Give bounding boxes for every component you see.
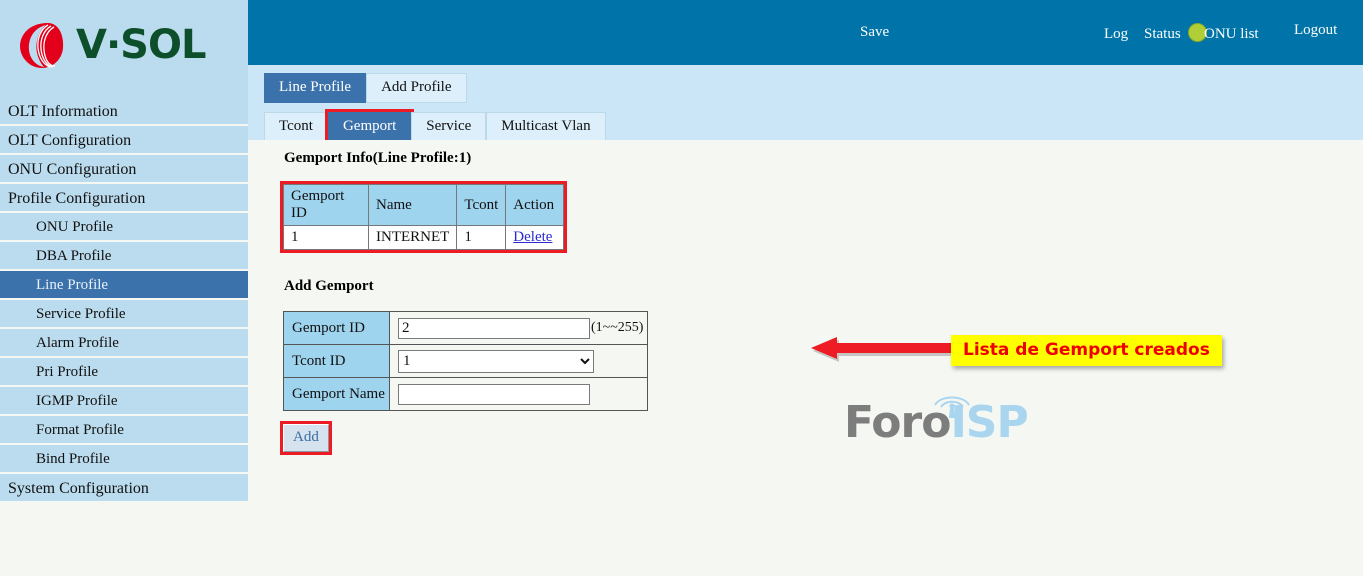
sidebar-item-pri-profile[interactable]: Pri Profile (0, 358, 248, 387)
gemport-id-hint: (1~~255) (591, 320, 644, 336)
sidebar-item-onu-configuration[interactable]: ONU Configuration (0, 155, 248, 184)
foroisp-watermark: ForoISP (844, 396, 1029, 448)
col-gemport-id: Gemport ID (283, 184, 369, 226)
gemport-info-table-highlight: Gemport ID Name Tcont Action 1 INTERNET … (283, 184, 565, 250)
tab-add-profile[interactable]: Add Profile (366, 73, 467, 103)
add-button[interactable]: Add (283, 424, 329, 452)
sidebar-item-igmp-profile[interactable]: IGMP Profile (0, 387, 248, 416)
gemport-info-table: Gemport ID Name Tcont Action 1 INTERNET … (283, 184, 565, 250)
watermark-text: ForoISP (844, 397, 1029, 448)
tab-gemport[interactable]: Gemport (327, 112, 412, 142)
sidebar-item-dba-profile[interactable]: DBA Profile (0, 242, 248, 271)
sidebar-item-olt-configuration[interactable]: OLT Configuration (0, 126, 248, 155)
main-content: Gemport Info(Line Profile:1) Gemport ID … (248, 140, 1363, 576)
brand-logo[interactable]: V·SOL (18, 18, 230, 76)
add-gemport-title: Add Gemport (284, 278, 374, 294)
sidebar-item-system-configuration[interactable]: System Configuration (0, 474, 248, 503)
cell-tcont: 1 (456, 225, 507, 250)
gemport-name-input[interactable] (398, 383, 590, 405)
top-header-bar: Save Log Status ONU list Logout (248, 0, 1363, 65)
delete-link[interactable]: Delete (513, 229, 552, 245)
tab-multicast-vlan[interactable]: Multicast Vlan (486, 112, 606, 142)
sidebar-item-line-profile[interactable]: Line Profile (0, 271, 248, 300)
watermark-foro: Foro (844, 397, 951, 448)
tab-tcont[interactable]: Tcont (264, 112, 328, 142)
form-row-gemport-name: Gemport Name (283, 377, 648, 411)
form-row-tcont-id: Tcont ID 1 (283, 344, 648, 378)
tab-line-profile[interactable]: Line Profile (264, 73, 367, 103)
gemport-id-input[interactable] (398, 317, 590, 339)
gemport-info-title: Gemport Info(Line Profile:1) (284, 150, 472, 166)
secondary-tab-row: Tcont Gemport Service Multicast Vlan (264, 112, 606, 142)
red-left-arrow-icon (811, 337, 959, 362)
cell-name: INTERNET (367, 225, 458, 250)
primary-tab-row: Line Profile Add Profile (264, 73, 467, 103)
onu-list-link[interactable]: ONU list (1204, 26, 1259, 43)
add-gemport-form: Gemport ID (1~~255) Tcont ID 1 Gemport N… (283, 311, 648, 411)
label-gemport-id: Gemport ID (283, 311, 390, 345)
col-action: Action (505, 184, 565, 226)
annotation-label: Lista de Gemport creados (951, 335, 1222, 366)
status-link[interactable]: Status (1144, 26, 1181, 43)
table-header-row: Gemport ID Name Tcont Action (283, 184, 565, 226)
label-gemport-name: Gemport Name (283, 377, 390, 411)
sidebar-item-onu-profile[interactable]: ONU Profile (0, 213, 248, 242)
form-row-gemport-id: Gemport ID (1~~255) (283, 311, 648, 345)
sidebar-item-format-profile[interactable]: Format Profile (0, 416, 248, 445)
sidebar-item-bind-profile[interactable]: Bind Profile (0, 445, 248, 474)
sidebar-item-service-profile[interactable]: Service Profile (0, 300, 248, 329)
table-row: 1 INTERNET 1 Delete (283, 225, 565, 250)
sidebar-nav: OLT Information OLT Configuration ONU Co… (0, 97, 248, 503)
brand-logo-text: V·SOL (76, 22, 206, 68)
sidebar-item-profile-configuration[interactable]: Profile Configuration (0, 184, 248, 213)
col-tcont: Tcont (456, 184, 507, 226)
col-name: Name (367, 184, 458, 226)
tcont-id-select[interactable]: 1 (398, 349, 594, 373)
logo-panel: V·SOL (0, 0, 248, 97)
save-link[interactable]: Save (860, 24, 889, 41)
sidebar-item-alarm-profile[interactable]: Alarm Profile (0, 329, 248, 358)
watermark-isp: ISP (950, 397, 1028, 448)
sidebar-item-olt-information[interactable]: OLT Information (0, 97, 248, 126)
log-link[interactable]: Log (1104, 26, 1128, 43)
vsol-swirl-logo-icon (20, 23, 64, 68)
antenna-tower-icon (934, 396, 970, 418)
logout-link[interactable]: Logout (1294, 22, 1337, 39)
tab-strip: Line Profile Add Profile Tcont Gemport Serv… (248, 65, 1363, 142)
tab-service[interactable]: Service (411, 112, 487, 142)
cell-gemport-id: 1 (283, 225, 369, 250)
label-tcont-id: Tcont ID (283, 344, 390, 378)
